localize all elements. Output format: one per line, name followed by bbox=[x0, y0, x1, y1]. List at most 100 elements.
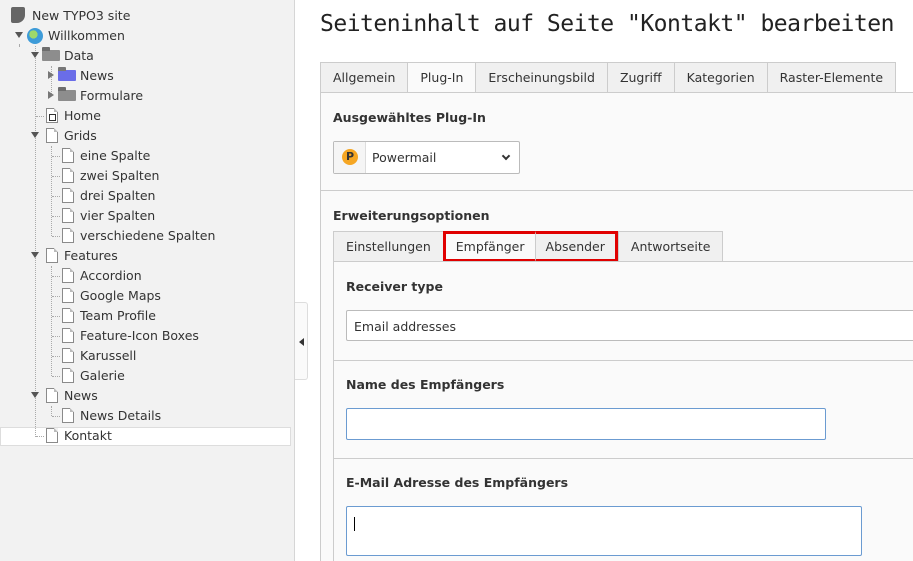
globe-icon bbox=[27, 28, 43, 44]
receiver-panel: Receiver type Email addresses Name des E… bbox=[333, 261, 913, 561]
plugin-panel: Ausgewähltes Plug-In Powermail Erweiteru… bbox=[320, 92, 913, 561]
tree-item-home[interactable]: Home bbox=[0, 106, 290, 126]
tree-root[interactable]: New TYPO3 site bbox=[0, 6, 290, 26]
tree-item-accordion[interactable]: Accordion bbox=[0, 266, 290, 286]
tree-item-label: Grids bbox=[64, 128, 97, 143]
plugin-select-value: Powermail bbox=[372, 150, 437, 165]
tree-item-label: Kontakt bbox=[64, 428, 112, 443]
tree-item-google-maps[interactable]: Google Maps bbox=[0, 286, 290, 306]
tree-item-news-folder[interactable]: News bbox=[0, 66, 290, 86]
tab-plug-in[interactable]: Plug-In bbox=[407, 62, 476, 93]
receiver-name-label: Name des Empfängers bbox=[346, 377, 505, 392]
selected-plugin-heading: Ausgewähltes Plug-In bbox=[333, 110, 486, 125]
folder-icon bbox=[58, 67, 76, 81]
page-icon bbox=[46, 248, 58, 263]
expand-arrow-icon[interactable] bbox=[31, 132, 39, 138]
page-icon bbox=[62, 408, 74, 423]
tree-item-kontakt[interactable]: Kontakt bbox=[0, 426, 290, 446]
page-title: Seiteninhalt auf Seite "Kontakt" bearbei… bbox=[320, 11, 894, 37]
expand-arrow-icon[interactable] bbox=[31, 392, 39, 398]
tab-kategorien[interactable]: Kategorien bbox=[673, 62, 767, 93]
receiver-email-label: E-Mail Adresse des Empfängers bbox=[346, 475, 569, 490]
page-icon bbox=[46, 388, 58, 403]
expand-arrow-icon[interactable] bbox=[31, 252, 39, 258]
tree-item-label: Karussell bbox=[80, 348, 137, 363]
powermail-icon bbox=[334, 142, 366, 173]
tree-item-features[interactable]: Features bbox=[0, 246, 290, 266]
typo3-logo-icon bbox=[11, 7, 25, 23]
page-icon bbox=[46, 428, 58, 443]
collapse-arrow-icon[interactable] bbox=[48, 91, 54, 99]
main-tabs: Allgemein Plug-In Erscheinungsbild Zugri… bbox=[320, 62, 897, 93]
page-icon bbox=[62, 228, 74, 243]
tab-raster-elemente[interactable]: Raster-Elemente bbox=[766, 62, 897, 93]
tree-item-eine-spalte[interactable]: eine Spalte bbox=[0, 146, 290, 166]
tree-item-label: Home bbox=[64, 108, 101, 123]
receiver-type-value: Email addresses bbox=[354, 319, 456, 334]
page-icon bbox=[46, 128, 58, 143]
extension-tabs: Einstellungen Empfänger Absender Antwort… bbox=[333, 231, 724, 262]
tree-item-label: drei Spalten bbox=[80, 188, 156, 203]
page-icon bbox=[62, 148, 74, 163]
tree-item-grids[interactable]: Grids bbox=[0, 126, 290, 146]
tree-item-label: News bbox=[80, 68, 114, 83]
tab-erscheinungsbild[interactable]: Erscheinungsbild bbox=[475, 62, 607, 93]
tree-item-karussell[interactable]: Karussell bbox=[0, 346, 290, 366]
plugin-select[interactable]: Powermail bbox=[333, 141, 520, 174]
tree-item-vier-spalten[interactable]: vier Spalten bbox=[0, 206, 290, 226]
chevron-down-icon bbox=[501, 151, 511, 161]
page-icon bbox=[62, 208, 74, 223]
receiver-type-select[interactable]: Email addresses bbox=[346, 310, 913, 341]
tree-item-label: News bbox=[64, 388, 98, 403]
tree-item-team-profile[interactable]: Team Profile bbox=[0, 306, 290, 326]
tree-item-willkommen[interactable]: Willkommen bbox=[0, 26, 290, 46]
tab-absender[interactable]: Absender bbox=[534, 231, 618, 262]
page-icon bbox=[62, 188, 74, 203]
tab-empfaenger[interactable]: Empfänger bbox=[442, 231, 535, 262]
tree-item-label: Feature-Icon Boxes bbox=[80, 328, 199, 343]
receiver-email-input[interactable] bbox=[346, 506, 862, 556]
tree-item-formulare[interactable]: Formulare bbox=[0, 86, 290, 106]
tree-item-data[interactable]: Data bbox=[0, 46, 290, 66]
tab-zugriff[interactable]: Zugriff bbox=[606, 62, 674, 93]
page-icon bbox=[62, 328, 74, 343]
tab-antwortseite[interactable]: Antwortseite bbox=[617, 231, 724, 262]
tree-item-feature-icon-boxes[interactable]: Feature-Icon Boxes bbox=[0, 326, 290, 346]
extension-options-heading: Erweiterungsoptionen bbox=[333, 208, 490, 223]
page-icon bbox=[62, 368, 74, 383]
tree-item-zwei-spalten[interactable]: zwei Spalten bbox=[0, 166, 290, 186]
tree-item-label: Willkommen bbox=[48, 28, 125, 43]
tree-item-label: Google Maps bbox=[80, 288, 161, 303]
page-icon bbox=[62, 268, 74, 283]
collapse-tree-button[interactable] bbox=[295, 302, 308, 380]
tree-item-label: News Details bbox=[80, 408, 162, 423]
tree-item-label: Team Profile bbox=[80, 308, 156, 323]
collapse-arrow-icon[interactable] bbox=[48, 71, 54, 79]
tree-item-news[interactable]: News bbox=[0, 386, 290, 406]
page-tree: New TYPO3 site Willkommen Data News Form… bbox=[0, 0, 295, 561]
folder-icon bbox=[58, 87, 76, 101]
receiver-type-label: Receiver type bbox=[346, 279, 443, 294]
tree-item-news-details[interactable]: News Details bbox=[0, 406, 290, 426]
text-caret bbox=[354, 517, 355, 531]
tree-root-label: New TYPO3 site bbox=[32, 8, 131, 23]
tree-item-galerie[interactable]: Galerie bbox=[0, 366, 290, 386]
expand-arrow-icon[interactable] bbox=[31, 52, 39, 58]
receiver-name-input[interactable] bbox=[346, 408, 826, 440]
tree-item-label: vier Spalten bbox=[80, 208, 156, 223]
content-area: Seiteninhalt auf Seite "Kontakt" bearbei… bbox=[320, 0, 913, 561]
tree-item-drei-spalten[interactable]: drei Spalten bbox=[0, 186, 290, 206]
tab-allgemein[interactable]: Allgemein bbox=[320, 62, 408, 93]
section-divider bbox=[321, 190, 913, 191]
tree-item-verschiedene-spalten[interactable]: verschiedene Spalten bbox=[0, 226, 290, 246]
tree-item-label: Features bbox=[64, 248, 118, 263]
tree-item-label: verschiedene Spalten bbox=[80, 228, 216, 243]
field-divider bbox=[334, 360, 913, 361]
tree-item-label: eine Spalte bbox=[80, 148, 151, 163]
tree-item-label: Galerie bbox=[80, 368, 125, 383]
tab-einstellungen[interactable]: Einstellungen bbox=[333, 231, 443, 262]
tree-item-label: Data bbox=[64, 48, 94, 63]
page-icon bbox=[62, 288, 74, 303]
expand-arrow-icon[interactable] bbox=[15, 32, 23, 38]
field-divider bbox=[334, 458, 913, 459]
